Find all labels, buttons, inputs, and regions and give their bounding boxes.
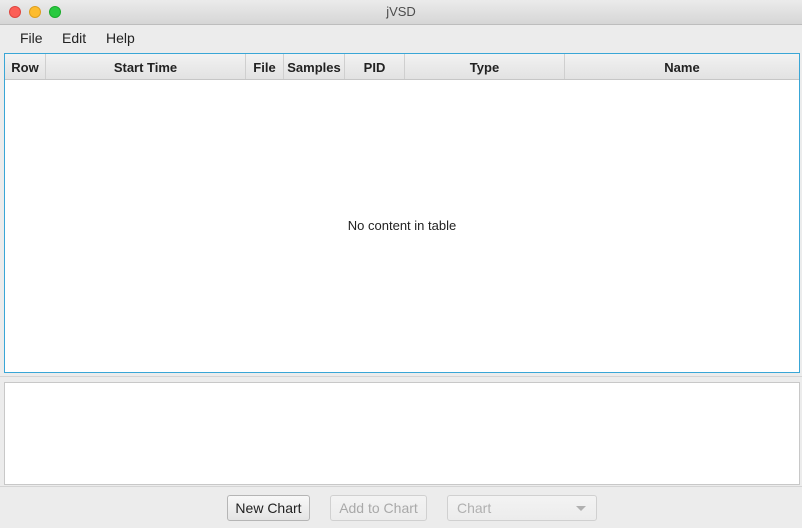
menu-edit[interactable]: Edit: [60, 30, 88, 46]
detail-panel[interactable]: [4, 382, 800, 485]
table-header: Row Start Time File Samples PID Type Nam…: [5, 54, 799, 80]
menu-file[interactable]: File: [18, 30, 45, 46]
divider: [0, 376, 802, 377]
title-bar[interactable]: jVSD: [0, 0, 802, 25]
chart-select-value: Chart: [457, 500, 492, 516]
app-window: jVSD File Edit Help Row Start Time File …: [0, 0, 802, 528]
empty-table-message: No content in table: [347, 218, 457, 233]
column-header-file[interactable]: File: [246, 54, 284, 79]
column-header-row[interactable]: Row: [5, 54, 46, 79]
column-header-pid[interactable]: PID: [345, 54, 405, 79]
new-chart-button[interactable]: New Chart: [227, 495, 310, 521]
column-header-type[interactable]: Type: [405, 54, 565, 79]
add-to-chart-button[interactable]: Add to Chart: [330, 495, 427, 521]
column-header-samples[interactable]: Samples: [284, 54, 345, 79]
menu-bar: File Edit Help: [0, 25, 802, 51]
chart-select[interactable]: Chart: [447, 495, 597, 521]
menu-help[interactable]: Help: [104, 30, 137, 46]
column-header-start-time[interactable]: Start Time: [46, 54, 246, 79]
divider: [0, 486, 802, 487]
window-title: jVSD: [386, 4, 416, 19]
column-header-name[interactable]: Name: [565, 54, 799, 79]
chevron-down-icon: [576, 506, 586, 511]
data-table[interactable]: Row Start Time File Samples PID Type Nam…: [4, 53, 800, 373]
